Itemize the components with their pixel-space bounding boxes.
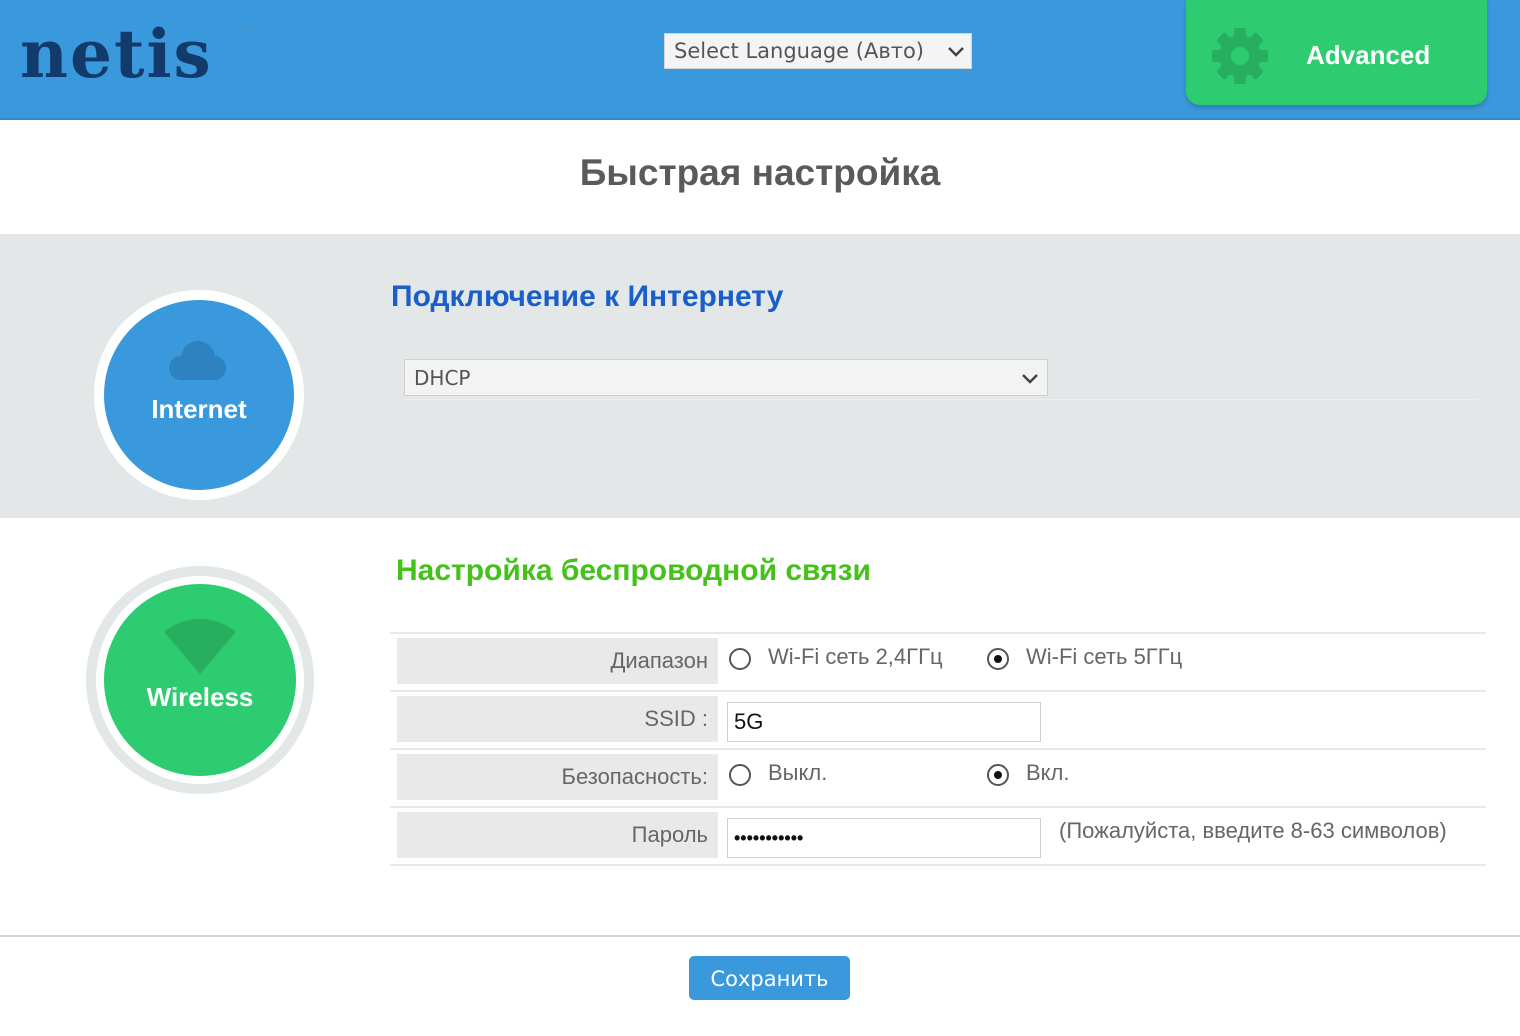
chevron-down-icon bbox=[941, 39, 971, 63]
wireless-badge: Wireless bbox=[104, 584, 296, 776]
security-on-radio[interactable] bbox=[987, 764, 1009, 786]
ssid-input[interactable]: 5G bbox=[727, 702, 1041, 742]
chevron-down-icon bbox=[1013, 366, 1047, 390]
netis-logo: netis bbox=[20, 15, 213, 93]
divider bbox=[404, 399, 1478, 400]
security-row: Безопасность: Выкл. Вкл. bbox=[390, 748, 1486, 806]
band-5ghz-radio[interactable] bbox=[987, 648, 1009, 670]
connection-type-select[interactable]: DHCP bbox=[404, 359, 1048, 396]
wireless-badge-label: Wireless bbox=[146, 682, 254, 712]
internet-section: Internet Подключение к Интернету DHCP bbox=[0, 234, 1520, 518]
band-row: Диапазон Wi-Fi сеть 2,4ГГц Wi-Fi сеть 5Г… bbox=[390, 632, 1486, 690]
security-off-label[interactable]: Выкл. bbox=[768, 760, 827, 786]
password-hint: (Пожалуйста, введите 8-63 символов) bbox=[1059, 818, 1447, 843]
wireless-form: Диапазон Wi-Fi сеть 2,4ГГц Wi-Fi сеть 5Г… bbox=[390, 632, 1486, 866]
band-label: Диапазон bbox=[397, 638, 718, 684]
gear-icon bbox=[1208, 24, 1272, 88]
ssid-row: SSID : 5G bbox=[390, 690, 1486, 748]
password-label: Пароль bbox=[397, 812, 718, 858]
wireless-section-title: Настройка беспроводной связи bbox=[396, 554, 871, 587]
security-label: Безопасность: bbox=[397, 754, 718, 800]
language-select-value: Select Language (Авто) bbox=[674, 39, 924, 63]
advanced-button[interactable]: Advanced bbox=[1186, 0, 1487, 105]
band-24ghz-radio[interactable] bbox=[729, 648, 751, 670]
language-select[interactable]: Select Language (Авто) bbox=[664, 33, 972, 69]
internet-section-title: Подключение к Интернету bbox=[391, 280, 784, 313]
footer-divider bbox=[0, 935, 1520, 937]
advanced-button-label: Advanced bbox=[1306, 40, 1431, 70]
cloud-icon bbox=[162, 336, 232, 386]
band-5ghz-label[interactable]: Wi-Fi сеть 5ГГц bbox=[1026, 644, 1182, 670]
security-off-radio[interactable] bbox=[729, 764, 751, 786]
top-header: netis ® Select Language (Авто) Advanced bbox=[0, 0, 1520, 120]
internet-badge-label: Internet bbox=[151, 394, 247, 424]
internet-badge: Internet bbox=[104, 300, 294, 490]
connection-type-value: DHCP bbox=[414, 365, 471, 390]
password-row: Пароль ••••••••••• (Пожалуйста, введите … bbox=[390, 806, 1486, 866]
wifi-icon bbox=[160, 616, 240, 676]
band-24ghz-label[interactable]: Wi-Fi сеть 2,4ГГц bbox=[768, 644, 943, 670]
registered-mark: ® bbox=[242, 28, 248, 35]
page-title: Быстрая настройка bbox=[579, 152, 941, 193]
save-button[interactable]: Сохранить bbox=[689, 956, 850, 1000]
security-on-label[interactable]: Вкл. bbox=[1026, 760, 1070, 786]
password-input[interactable]: ••••••••••• bbox=[727, 818, 1041, 858]
ssid-label: SSID : bbox=[397, 696, 718, 742]
